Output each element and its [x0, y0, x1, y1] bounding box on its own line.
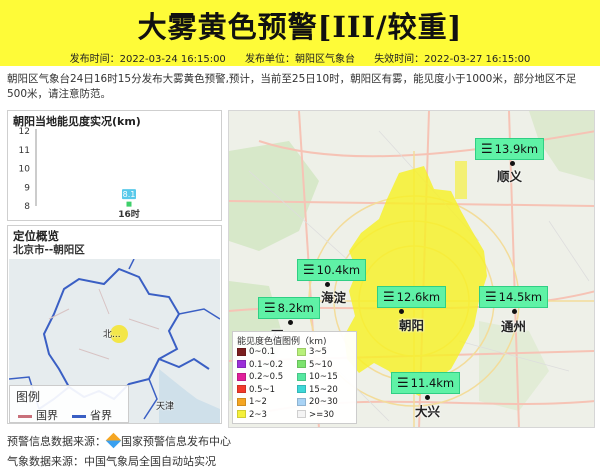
map-legend-title: 图例: [16, 390, 41, 404]
place-daxing: 大兴: [415, 404, 441, 419]
color-legend-swatch: [297, 347, 306, 356]
warning-source: 预警信息数据来源： 国家预警信息发布中心: [7, 432, 231, 449]
expire-time: 失效时间：2022-03-27 16:15:00: [374, 54, 531, 65]
place-shunyi: 顺义: [497, 169, 523, 184]
station-chaoyang[interactable]: ☰ 12.6km: [377, 286, 447, 308]
fog-lines-icon: ☰: [481, 142, 493, 157]
weather-data-source: 气象数据来源：中国气象局全国自动站实况: [7, 455, 216, 468]
color-legend-swatch: [237, 385, 246, 393]
station-shunyi[interactable]: ☰ 13.9km: [475, 138, 545, 160]
color-legend-swatch: [237, 410, 246, 418]
warning-description: 朝阳区气象台24日16时15分发布大雾黄色预警,预计，当前至25日10时，朝阳区…: [7, 73, 577, 100]
color-legend-swatch: [237, 397, 246, 406]
color-legend-swatch: [297, 397, 306, 406]
color-legend-item: 3~5: [297, 347, 327, 357]
station-tongzhou[interactable]: ☰ 14.5km: [479, 286, 549, 308]
data-point[interactable]: [126, 201, 132, 207]
color-legend-title: 能见度色值图例（km): [237, 337, 327, 347]
color-legend-item: 1~2: [237, 397, 267, 407]
color-legend-label: 1~2: [249, 397, 267, 407]
color-legend-swatch: [237, 372, 246, 381]
warning-source-name[interactable]: 国家预警信息发布中心: [121, 435, 231, 448]
y-tick-label: 11: [19, 146, 30, 156]
warning-header: 大雾黄色预警[III/较重] 发布时间：2022-03-24 16:15:00 …: [0, 0, 600, 66]
color-legend-item: 0.5~1: [237, 385, 275, 395]
station-dot-tongzhou: [512, 309, 517, 314]
color-legend-label: 0.2~0.5: [249, 372, 284, 382]
color-legend-item: 10~15: [297, 372, 338, 382]
x-tick-label: 16时: [118, 208, 140, 220]
visibility-color-legend: 能见度色值图例（km) 0~0.1 3~5 0.1~0.2 5~10 0.2~0.5 10…: [232, 331, 357, 424]
color-legend-item: 2~3: [237, 410, 267, 420]
fog-lines-icon: ☰: [485, 290, 497, 305]
place-chaoyang: 朝阳: [399, 318, 425, 333]
place-haidian: 海淀: [321, 290, 347, 305]
color-legend-item: 0.1~0.2: [237, 360, 283, 370]
location-region: 北京市--朝阳区: [13, 244, 85, 256]
station-daxing[interactable]: ☰ 11.4km: [391, 372, 461, 394]
color-legend-label: >=30: [309, 409, 335, 420]
fog-lines-icon: ☰: [383, 290, 395, 305]
color-legend-item: 0~0.1: [237, 347, 275, 357]
color-legend-item: 15~20: [297, 385, 338, 395]
overview-label-beijing: 北...: [103, 330, 121, 340]
fog-lines-icon: ☰: [264, 301, 276, 316]
legend-item-national-border: 国界: [18, 407, 58, 423]
visibility-chart-title: 朝阳当地能见度实况(km): [13, 115, 141, 128]
warning-title: 大雾黄色预警[III/较重]: [137, 10, 463, 44]
legend-item-province-border: 省界: [72, 407, 112, 423]
release-center-logo-icon: [105, 432, 122, 449]
province-border-swatch: [72, 414, 86, 418]
data-label: 8.1: [123, 190, 136, 199]
issue-time: 发布时间：2022-03-24 16:15:00: [69, 54, 226, 65]
color-legend-item: 5~10: [297, 360, 332, 370]
color-legend-item: 0.2~0.5: [237, 372, 283, 382]
color-legend-label: 0~0.1: [249, 347, 276, 357]
station-haidian[interactable]: ☰ 10.4km: [297, 259, 367, 281]
issuer: 发布单位：朝阳区气象台: [245, 54, 355, 65]
y-tick-label: 10: [19, 165, 31, 175]
color-legend-swatch: [297, 372, 306, 381]
station-shijingshan[interactable]: ☰ 8.2km: [258, 297, 320, 319]
fog-lines-icon: ☰: [303, 263, 315, 278]
color-legend-label: 15~20: [309, 384, 338, 395]
color-legend-label: 0.1~0.2: [249, 359, 284, 370]
visibility-chart-panel: 8 9 10 11 12 16时 8.1 朝阳当地能见度实况(km): [7, 110, 222, 221]
color-legend-swatch: [237, 347, 246, 356]
place-tongzhou: 通州: [501, 319, 527, 334]
overview-label-tianjin: 天津: [156, 402, 175, 412]
color-legend-label: 0.5~1: [249, 384, 276, 395]
station-dot-chaoyang: [399, 309, 404, 314]
map-legend: 图例 国界 省界: [9, 385, 129, 423]
fog-lines-icon: ☰: [397, 376, 409, 391]
color-legend-item: 20~30: [297, 397, 338, 407]
color-legend-swatch: [297, 360, 306, 368]
color-legend-label: 20~30: [309, 397, 338, 407]
color-legend-label: 10~15: [309, 372, 338, 382]
station-dot-daxing: [425, 395, 430, 400]
color-legend-label: 3~5: [309, 347, 327, 357]
color-legend-item: >=30: [297, 410, 334, 420]
warning-source-label: 预警信息数据来源：: [7, 435, 106, 448]
color-legend-label: 2~3: [249, 409, 267, 420]
y-tick-label: 8: [24, 202, 30, 212]
y-tick-label: 9: [24, 183, 30, 193]
national-border-swatch: [18, 414, 32, 418]
warning-meta: 发布时间：2022-03-24 16:15:00 发布单位：朝阳区气象台 失效时…: [0, 50, 600, 65]
color-legend-swatch: [297, 385, 306, 393]
color-legend-swatch: [297, 410, 306, 418]
color-legend-label: 5~10: [309, 359, 333, 370]
color-legend-swatch: [237, 360, 246, 368]
